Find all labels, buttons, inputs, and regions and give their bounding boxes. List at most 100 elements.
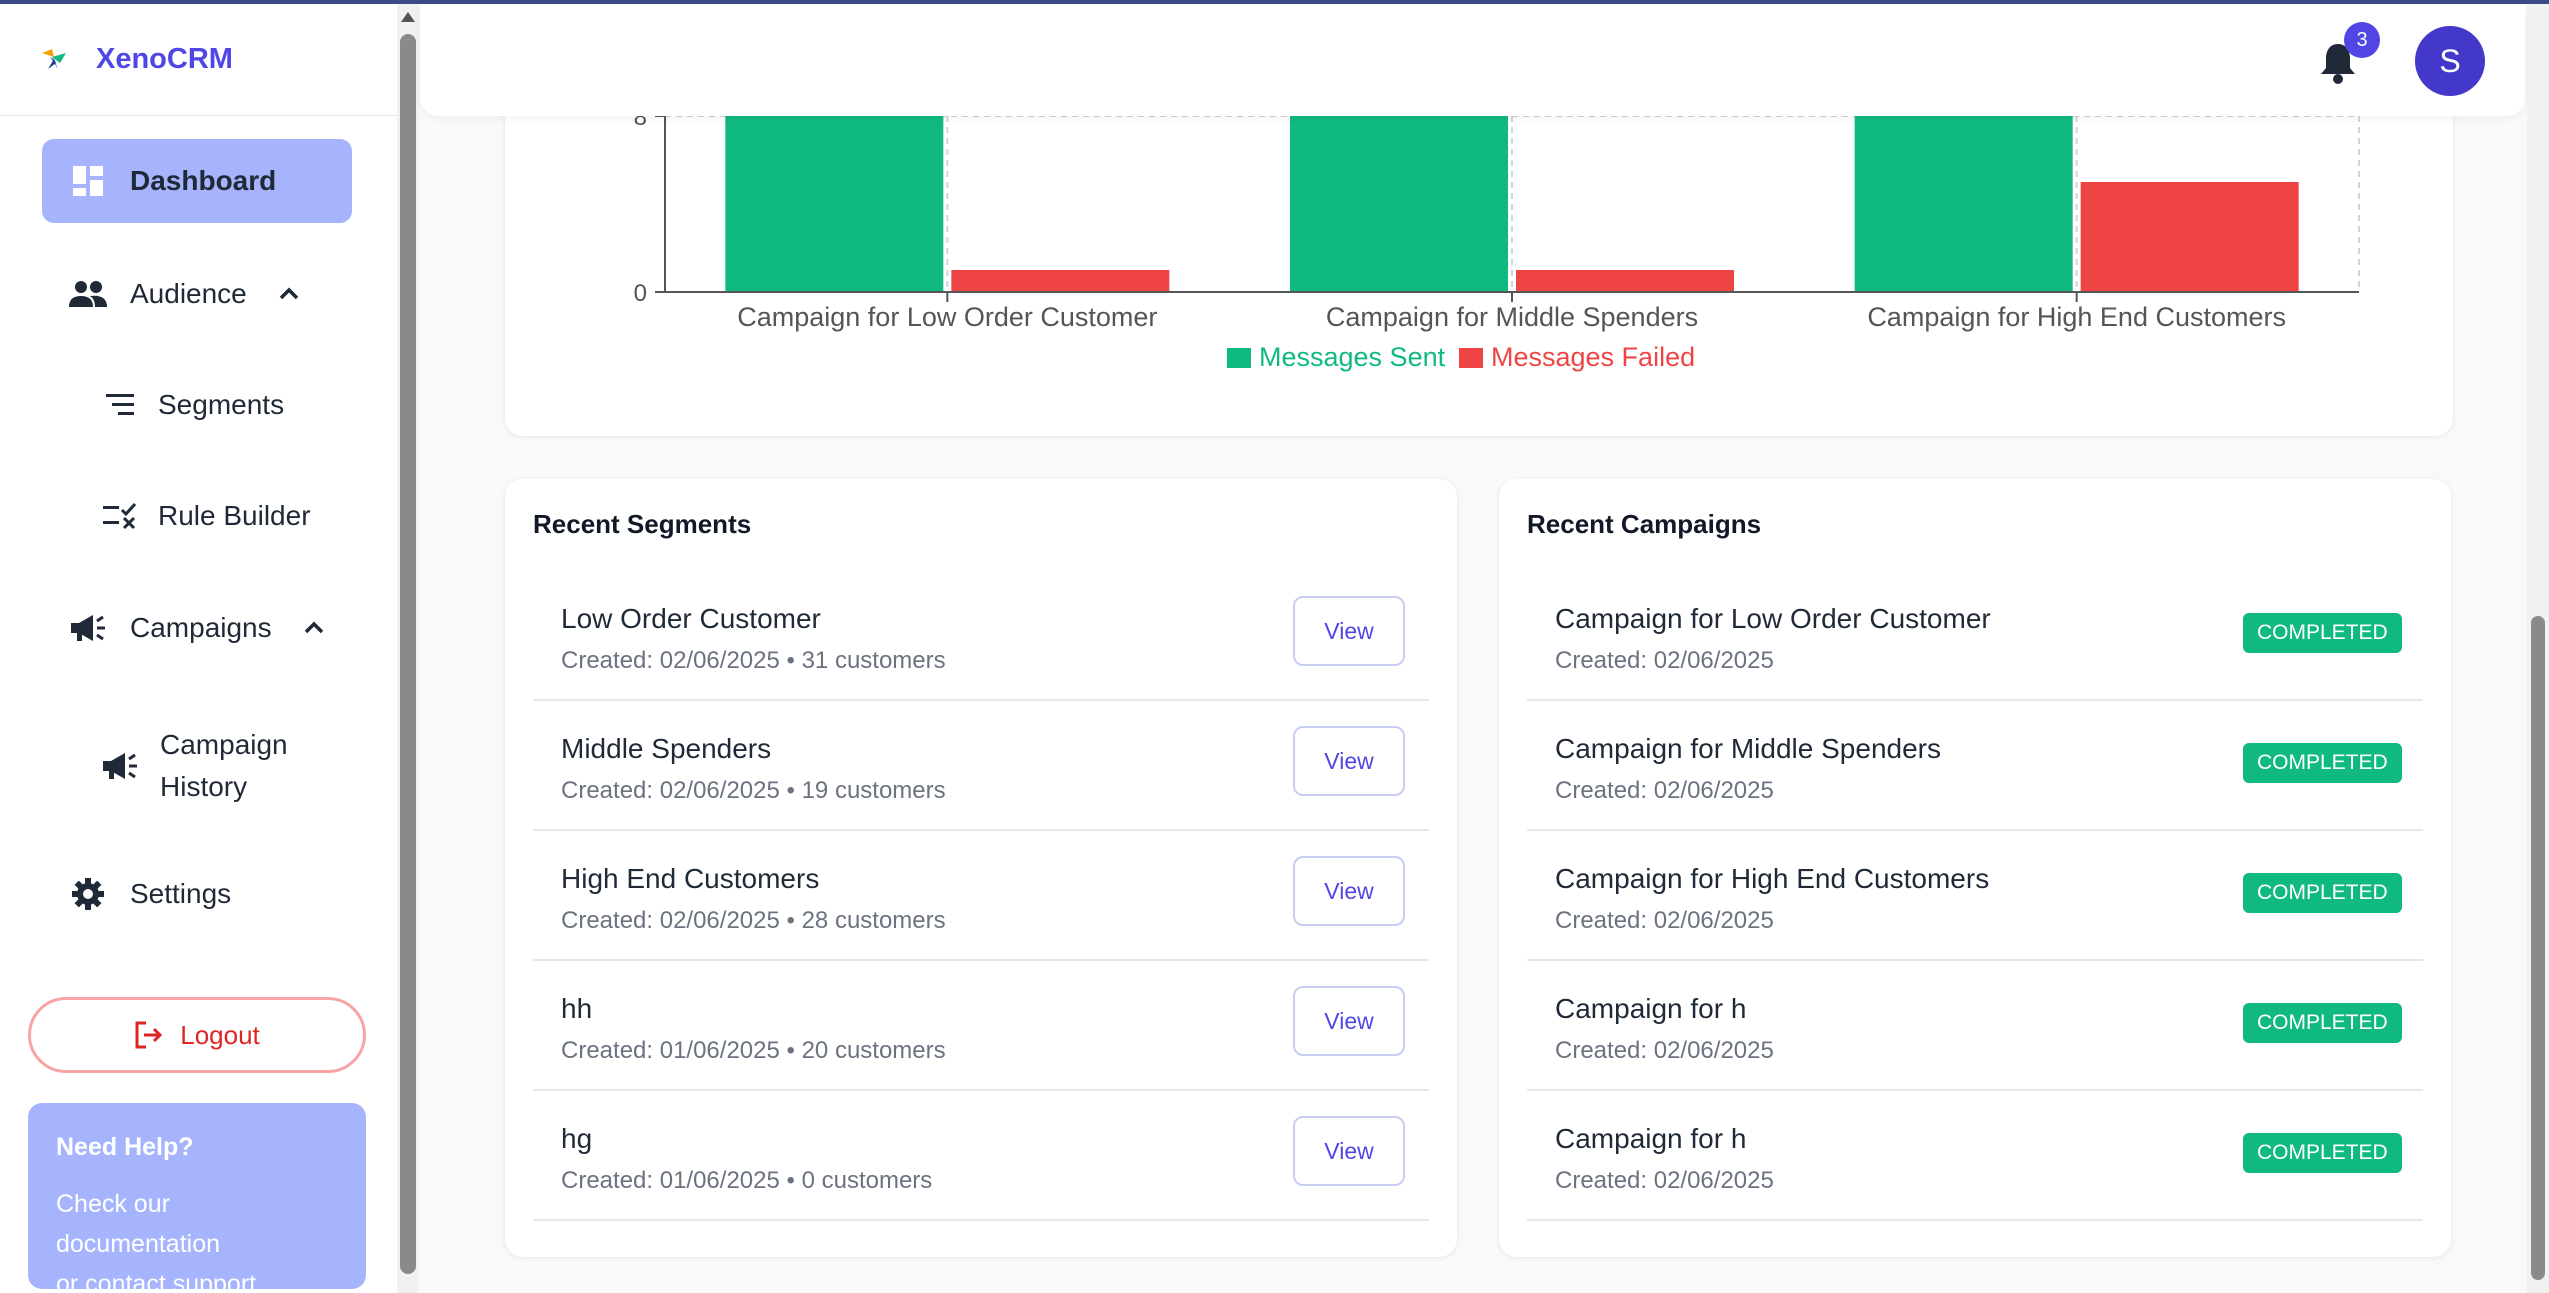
list-item[interactable]: Campaign for Middle Spenders Created: 02… bbox=[1527, 701, 2423, 831]
main-scrollbar-thumb[interactable] bbox=[2531, 616, 2545, 1280]
segment-name: hg bbox=[561, 1123, 593, 1154]
segment-name: Middle Spenders bbox=[561, 733, 772, 764]
status-badge: COMPLETED bbox=[2243, 873, 2402, 913]
bar-failed bbox=[1516, 270, 1734, 292]
segment-name: High End Customers bbox=[561, 863, 820, 894]
status-badge: COMPLETED bbox=[2243, 613, 2402, 653]
avatar[interactable]: S bbox=[2415, 26, 2485, 96]
segment-meta: Created: 02/06/2025 • 31 customers bbox=[561, 647, 946, 674]
y-tick-label: 0 bbox=[634, 280, 647, 307]
status-badge: COMPLETED bbox=[2243, 1133, 2402, 1173]
segment-meta: Created: 01/06/2025 • 20 customers bbox=[561, 1037, 946, 1064]
campaign-name: Campaign for Middle Spenders bbox=[1555, 733, 1941, 764]
chevron-up-icon[interactable] bbox=[300, 614, 328, 642]
segment-meta: Created: 02/06/2025 • 19 customers bbox=[561, 777, 946, 804]
status-badge: COMPLETED bbox=[2243, 743, 2402, 783]
legend-label: Messages Sent bbox=[1259, 342, 1446, 372]
help-text[interactable]: Check our documentation or contact suppo… bbox=[56, 1184, 338, 1293]
bar-sent bbox=[1854, 116, 2073, 292]
brand[interactable]: XenoCRM bbox=[0, 4, 397, 116]
sidebar-item-label: Audience bbox=[130, 278, 247, 309]
sidebar-item-label: Campaigns bbox=[130, 612, 272, 643]
help-box: Need Help? Check our documentation or co… bbox=[28, 1103, 366, 1293]
legend-swatch bbox=[1227, 348, 1251, 368]
card-title: Recent Campaigns bbox=[1527, 509, 1762, 539]
main-scrollbar[interactable] bbox=[2527, 4, 2549, 1293]
list-item: Middle Spenders Created: 02/06/2025 • 19… bbox=[533, 701, 1429, 831]
dashboard-icon bbox=[68, 161, 108, 201]
x-tick-label: Campaign for Low Order Customer bbox=[737, 302, 1157, 332]
list-item[interactable]: Campaign for Low Order Customer Created:… bbox=[1527, 571, 2423, 701]
logout-icon bbox=[135, 1021, 163, 1049]
list-item[interactable]: Campaign for h Created: 02/06/2025 COMPL… bbox=[1527, 1091, 2423, 1221]
segment-name: Low Order Customer bbox=[561, 603, 821, 634]
campaign-meta: Created: 02/06/2025 bbox=[1555, 1037, 1774, 1064]
sidebar-scrollbar-thumb[interactable] bbox=[400, 34, 416, 1274]
list-item: hh Created: 01/06/2025 • 20 customers Vi… bbox=[533, 961, 1429, 1091]
campaign-meta: Created: 02/06/2025 bbox=[1555, 777, 1774, 804]
sidebar-item-label: Settings bbox=[130, 878, 232, 909]
list-item[interactable]: Campaign for h Created: 02/06/2025 COMPL… bbox=[1527, 961, 2423, 1091]
campaign-name: Campaign for h bbox=[1555, 1123, 1747, 1154]
sidebar-item-audience[interactable]: Audience bbox=[68, 274, 303, 314]
sidebar: XenoCRM Dashboard Audience Segments Rule… bbox=[0, 4, 397, 1293]
campaign-name: Campaign for h bbox=[1555, 993, 1747, 1024]
campaign-bar-chart: 08Campaign for Low Order Customer Campaig… bbox=[634, 104, 2360, 372]
bar-sent bbox=[1290, 116, 1508, 292]
top-header: 3 S bbox=[420, 4, 2525, 116]
recent-campaigns-card: Recent Campaigns Campaign for Low Order … bbox=[1499, 479, 2451, 1257]
sidebar-item-campaigns[interactable]: Campaigns bbox=[68, 608, 328, 648]
view-button[interactable]: View bbox=[1293, 596, 1405, 666]
megaphone-icon bbox=[100, 746, 140, 786]
view-button[interactable]: View bbox=[1293, 726, 1405, 796]
view-button[interactable]: View bbox=[1293, 856, 1405, 926]
scroll-up-arrow-icon[interactable] bbox=[401, 12, 415, 22]
bar-sent bbox=[725, 116, 944, 292]
recent-segments-card: Recent Segments Low Order Customer Creat… bbox=[505, 479, 1457, 1257]
view-button[interactable]: View bbox=[1293, 1116, 1405, 1186]
sidebar-item-label: Rule Builder bbox=[158, 500, 311, 531]
gear-icon bbox=[68, 874, 108, 914]
campaign-name: Campaign for Low Order Customer bbox=[1555, 603, 1991, 634]
list-item: Low Order Customer Created: 02/06/2025 •… bbox=[533, 571, 1429, 701]
segment-name: hh bbox=[561, 993, 593, 1024]
sidebar-scrollbar[interactable] bbox=[397, 4, 419, 1293]
campaign-meta: Created: 02/06/2025 bbox=[1555, 647, 1774, 674]
campaign-meta: Created: 02/06/2025 bbox=[1555, 907, 1774, 934]
list-item[interactable]: Campaign for High End Customers Created:… bbox=[1527, 831, 2423, 961]
help-title: Need Help? bbox=[56, 1133, 194, 1161]
card-title: Recent Segments bbox=[533, 509, 752, 539]
segment-meta: Created: 01/06/2025 • 0 customers bbox=[561, 1167, 933, 1194]
campaign-chart-card: 0 8 Campaign for Low Order Customer Campaig… bbox=[505, 60, 2453, 436]
sidebar-item-label: Segments bbox=[158, 389, 285, 420]
sidebar-item-dashboard[interactable]: Dashboard bbox=[42, 139, 352, 223]
megaphone-icon bbox=[68, 608, 108, 648]
logout-label: Logout bbox=[180, 1019, 260, 1050]
bar-failed bbox=[951, 270, 1170, 292]
list-icon bbox=[100, 385, 140, 425]
people-icon bbox=[68, 274, 108, 314]
campaign-name: Campaign for High End Customers bbox=[1555, 863, 1990, 894]
view-button[interactable]: View bbox=[1293, 986, 1405, 1056]
campaign-meta: Created: 02/06/2025 bbox=[1555, 1167, 1774, 1194]
sidebar-item-segments[interactable]: Segments bbox=[100, 385, 284, 425]
bird-logo-icon bbox=[42, 48, 66, 69]
x-tick-label: Campaign for Middle Spenders bbox=[1326, 302, 1698, 332]
legend-label: Messages Failed bbox=[1491, 342, 1695, 372]
sidebar-item-label: Campaign History bbox=[160, 729, 288, 802]
list-item: hg Created: 01/06/2025 • 0 customers Vie… bbox=[533, 1091, 1429, 1221]
logout-button[interactable]: Logout bbox=[28, 997, 366, 1073]
notification-badge: 3 bbox=[2344, 22, 2380, 58]
brand-name: XenoCRM bbox=[96, 43, 233, 75]
x-tick-label: Campaign for High End Customers bbox=[1867, 302, 2286, 332]
segment-meta: Created: 02/06/2025 • 28 customers bbox=[561, 907, 946, 934]
sidebar-item-rule-builder[interactable]: Rule Builder bbox=[100, 496, 311, 536]
sidebar-item-campaign-history[interactable]: Campaign History bbox=[100, 724, 288, 808]
sidebar-item-settings[interactable]: Settings bbox=[68, 874, 231, 914]
status-badge: COMPLETED bbox=[2243, 1003, 2402, 1043]
sidebar-item-label: Dashboard bbox=[130, 165, 277, 196]
chevron-up-icon[interactable] bbox=[275, 280, 303, 308]
checklist-icon bbox=[100, 496, 140, 536]
list-item: High End Customers Created: 02/06/2025 •… bbox=[533, 831, 1429, 961]
legend-swatch bbox=[1459, 348, 1483, 368]
